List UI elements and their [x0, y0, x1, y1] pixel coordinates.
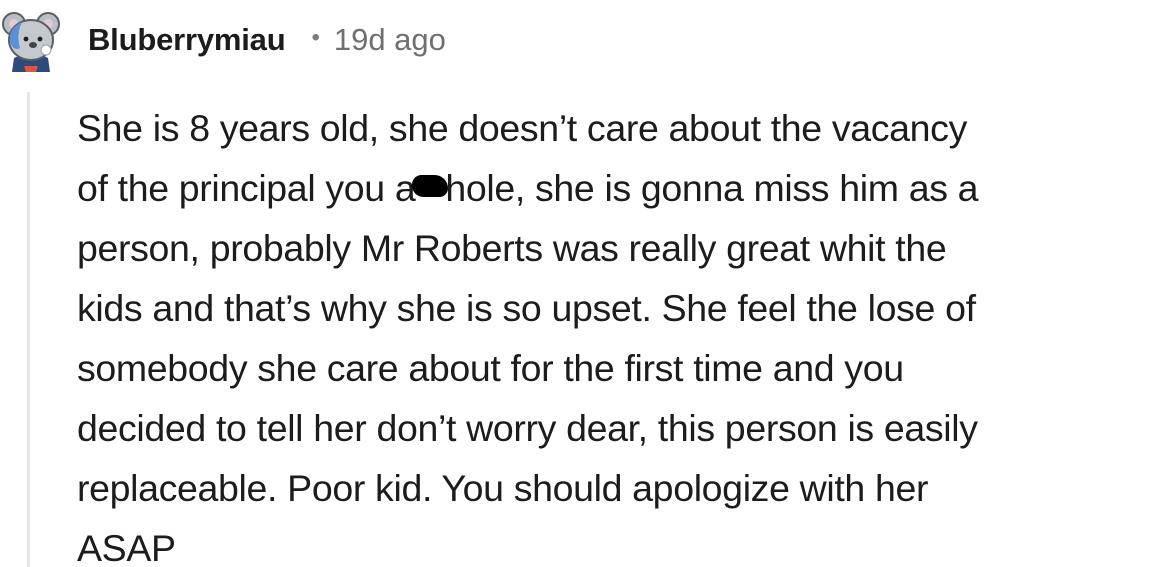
comment-meta: Bluberrymiau • 19d ago — [88, 18, 446, 62]
comment-line: She is 8 years old, she doesn’t care abo… — [77, 107, 967, 149]
comment-text-segment: hole, she is gonna miss him as a — [445, 167, 979, 209]
censor-scribble-icon — [412, 175, 449, 197]
comment-line: of the principal you a hole, she is gonna… — [77, 158, 1166, 218]
comment-body: She is 8 years old, she doesn’t care abo… — [77, 98, 1166, 567]
user-avatar-icon[interactable] — [0, 8, 62, 72]
comment: Bluberrymiau • 19d ago She is 8 years ol… — [0, 0, 1166, 567]
comment-line: person, probably Mr Roberts was really g… — [77, 227, 947, 269]
comment-line: kids and that’s why she is so upset. She… — [77, 287, 976, 329]
thread-collapse-line[interactable] — [27, 92, 30, 567]
comment-line: decided to tell her don’t worry dear, th… — [77, 407, 978, 449]
comment-line: ASAP — [77, 527, 176, 567]
comment-text-segment: of the principal you a — [77, 167, 416, 209]
separator-dot: • — [311, 24, 320, 51]
comment-line: replaceable. Poor kid. You should apolog… — [77, 467, 929, 509]
timestamp: 19d ago — [333, 22, 446, 57]
comment-line: somebody she care about for the first ti… — [77, 347, 904, 389]
username-link[interactable]: Bluberrymiau — [88, 22, 286, 58]
